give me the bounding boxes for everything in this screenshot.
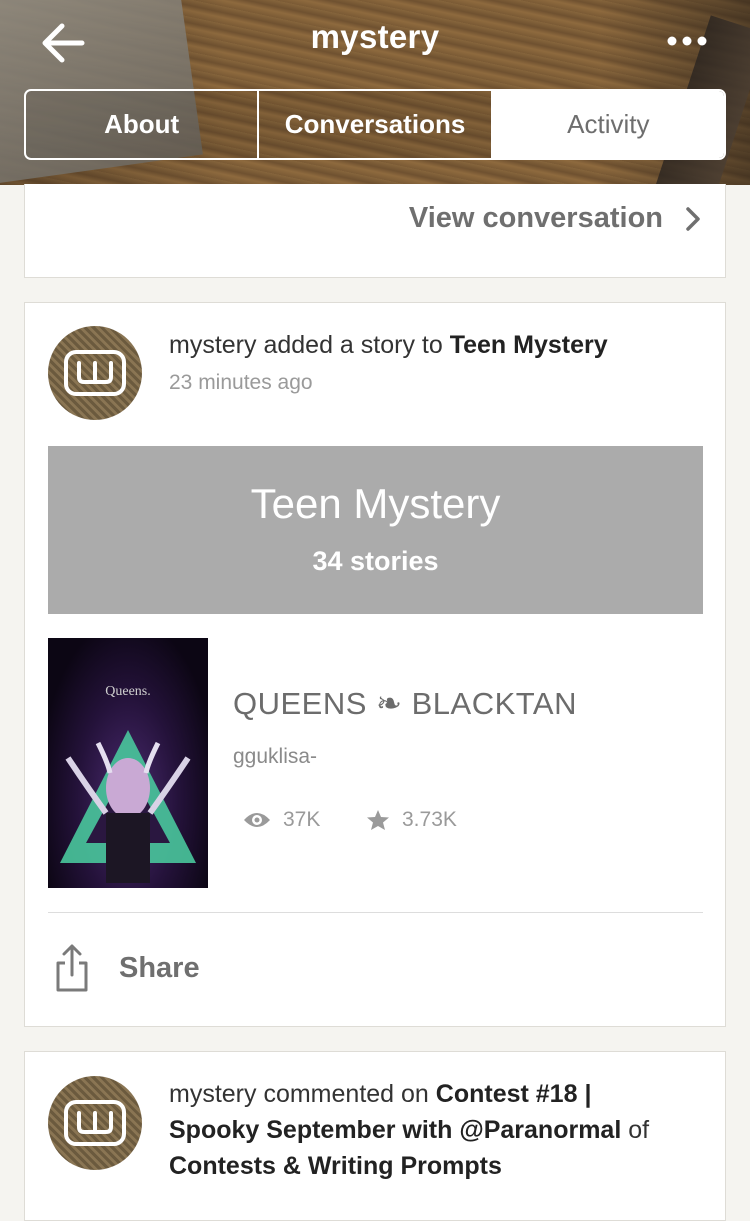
conversation-card: View conversation <box>24 184 726 278</box>
avatar[interactable] <box>48 1076 142 1170</box>
activity-timestamp: 23 minutes ago <box>169 371 313 394</box>
more-dots-icon <box>667 36 707 46</box>
activity-text: mystery added a story to Teen Mystery <box>169 327 608 363</box>
view-conversation-label: View conversation <box>408 202 663 234</box>
eye-icon <box>244 813 270 827</box>
avatar[interactable] <box>48 326 142 420</box>
share-label: Share <box>119 951 200 984</box>
reads-value: 37K <box>283 808 321 831</box>
reading-list-banner[interactable]: Teen Mystery 34 stories <box>48 446 703 614</box>
activity-target-link[interactable]: Teen Mystery <box>450 331 608 359</box>
reading-list-title: Teen Mystery <box>250 480 501 527</box>
profile-tabs: About Conversations Activity <box>24 89 726 160</box>
wattpad-logo-icon <box>64 350 126 396</box>
reading-list-count: 34 stories <box>312 546 439 576</box>
activity-action: added a story to <box>263 331 443 359</box>
actor-name[interactable]: mystery <box>169 331 257 359</box>
activity-of: of <box>628 1116 650 1144</box>
tab-conversations[interactable]: Conversations <box>257 91 491 158</box>
view-conversation-link[interactable]: View conversation <box>409 202 701 235</box>
more-options-button[interactable] <box>662 26 712 56</box>
story-cover[interactable]: Queens. <box>48 638 208 888</box>
activity-text: mystery commented on Contest #18 | Spook… <box>169 1076 679 1184</box>
votes-count: 3.73K <box>366 808 457 832</box>
tab-activity[interactable]: Activity <box>490 91 724 158</box>
story-author[interactable]: gguklisa- <box>233 745 317 769</box>
activity-action: commented on <box>263 1080 429 1108</box>
profile-header: mystery About Conversations Activity <box>0 0 750 185</box>
tab-about[interactable]: About <box>26 91 258 158</box>
activity-group-link[interactable]: Contests & Writing Prompts <box>169 1152 502 1180</box>
star-icon <box>367 810 389 830</box>
share-button[interactable]: Share <box>55 943 200 993</box>
share-icon <box>56 944 88 992</box>
reads-count: 37K <box>243 808 320 832</box>
wattpad-logo-icon <box>64 1100 126 1146</box>
cover-art <box>60 730 196 883</box>
story-title[interactable]: QUEENS ❧ BLACKTAN <box>233 686 577 722</box>
page-title: mystery <box>310 18 440 55</box>
activity-card: mystery added a story to Teen Mystery 23… <box>24 302 726 1027</box>
divider <box>48 912 703 913</box>
chevron-right-icon <box>685 206 701 232</box>
actor-name[interactable]: mystery <box>169 1080 257 1108</box>
votes-value: 3.73K <box>402 808 457 831</box>
activity-card-2: mystery commented on Contest #18 | Spook… <box>24 1051 726 1221</box>
